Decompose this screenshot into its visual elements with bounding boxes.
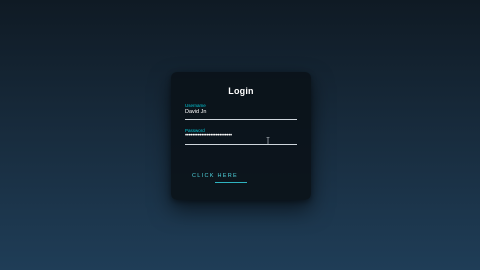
username-label: Username (185, 103, 206, 108)
username-underline (185, 119, 297, 120)
button-underline (215, 182, 247, 183)
click-here-button[interactable]: CLICK HERE (192, 173, 238, 179)
password-field[interactable]: •••••••••••••••••••••••••• (185, 133, 232, 139)
password-underline (185, 144, 297, 145)
login-card: Login Username David Jn Password •••••••… (171, 72, 311, 200)
login-title: Login (228, 86, 254, 96)
text-cursor-icon (266, 137, 270, 145)
username-field[interactable]: David Jn (185, 109, 206, 115)
